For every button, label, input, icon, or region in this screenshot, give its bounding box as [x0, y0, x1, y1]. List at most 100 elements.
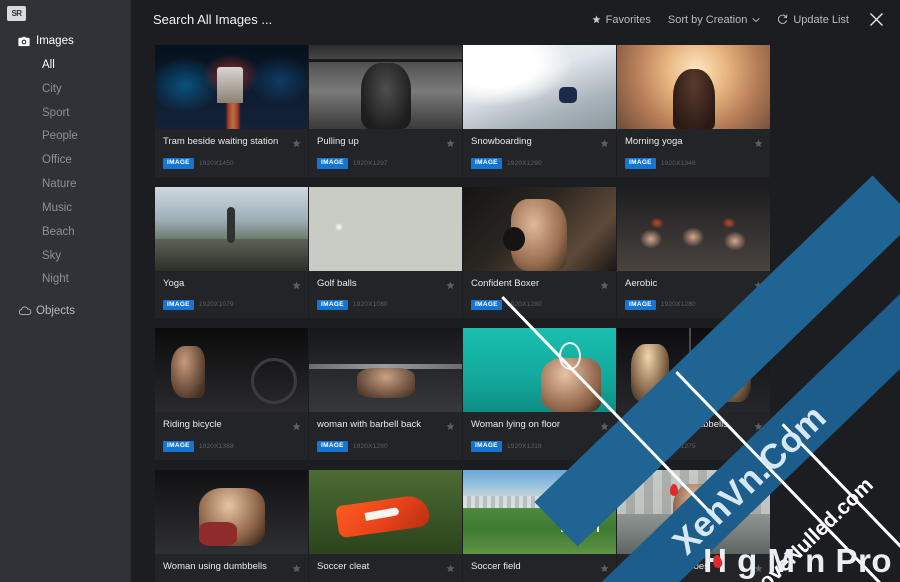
- favorite-star-icon[interactable]: [292, 418, 301, 436]
- thumb-goal: [561, 511, 599, 532]
- dimensions-label: 1920X1450: [198, 159, 234, 167]
- favorite-star-icon[interactable]: [446, 135, 455, 153]
- favorite-star-icon[interactable]: [754, 277, 763, 295]
- card-title: Soccer field: [471, 560, 521, 572]
- chevron-down-icon: [752, 17, 761, 23]
- favorite-star-icon[interactable]: [754, 135, 763, 153]
- image-thumbnail[interactable]: [309, 45, 462, 129]
- refresh-icon: [777, 14, 788, 25]
- card-title: woman with barbell back: [317, 419, 422, 430]
- card-title: Soccer cleat: [317, 560, 370, 572]
- image-thumbnail[interactable]: [309, 328, 462, 412]
- sidebar-item-sky[interactable]: Sky: [0, 245, 130, 269]
- thumb-bar: [309, 59, 462, 62]
- image-card[interactable]: Morning yoga IMAGE 1920X1346: [617, 45, 770, 177]
- image-thumbnail[interactable]: [155, 45, 308, 129]
- sidebar-item-city[interactable]: City: [0, 78, 130, 102]
- image-card[interactable]: Tram beside waiting station IMAGE 1920X1…: [155, 45, 308, 177]
- image-thumbnail[interactable]: [463, 469, 616, 554]
- type-badge: IMAGE: [317, 441, 348, 452]
- thumb-stands: [463, 495, 616, 508]
- image-card[interactable]: Yoga IMAGE 1920X1079: [155, 186, 308, 318]
- favorite-star-icon[interactable]: [600, 560, 609, 578]
- image-card[interactable]: Pulling up IMAGE 1920X1297: [309, 45, 462, 177]
- image-thumbnail[interactable]: [463, 45, 616, 129]
- image-card[interactable]: Man tying his shoes IMAGE 1920X1200: [617, 469, 770, 582]
- image-thumbnail[interactable]: [617, 45, 770, 129]
- favorite-star-icon[interactable]: [754, 418, 763, 436]
- image-card[interactable]: Soccer field IMAGE 1920X1440: [463, 469, 616, 582]
- sidebar-item-nature[interactable]: Nature: [0, 173, 130, 197]
- sidebar-item-office[interactable]: Office: [0, 149, 130, 173]
- image-thumbnail[interactable]: [309, 186, 462, 271]
- image-thumbnail[interactable]: [155, 328, 308, 412]
- card-meta: Confident Boxer IMAGE 1920X1280: [463, 271, 616, 319]
- card-meta: Riding bicycle IMAGE 1920X1368: [155, 412, 308, 460]
- card-title: Aerobic: [625, 277, 658, 289]
- favorite-star-icon[interactable]: [600, 135, 609, 153]
- image-card[interactable]: Soccer cleat IMAGE 1920X1280: [309, 469, 462, 582]
- dimensions-label: 1920X1280: [352, 442, 388, 450]
- card-title: Riding bicycle: [163, 419, 222, 430]
- thumb-silhouette: [673, 69, 715, 129]
- image-thumbnail[interactable]: [617, 186, 770, 271]
- update-list-label: Update List: [793, 13, 849, 26]
- image-thumbnail[interactable]: [309, 469, 462, 554]
- image-card[interactable]: Holding black dumbbells IMAGE 1920X1275: [617, 328, 770, 460]
- favorite-star-icon[interactable]: [446, 560, 455, 578]
- card-title: Pulling up: [317, 136, 359, 147]
- sort-dropdown[interactable]: Sort by Creation: [668, 14, 761, 26]
- sidebar-item-beach[interactable]: Beach: [0, 221, 130, 245]
- sidebar-item-sport[interactable]: Sport: [0, 102, 130, 126]
- app-logo[interactable]: SR: [7, 6, 26, 21]
- favorite-star-icon[interactable]: [600, 418, 609, 436]
- close-button[interactable]: [869, 12, 884, 27]
- favorite-star-icon[interactable]: [446, 277, 455, 295]
- favorite-star-icon[interactable]: [446, 418, 455, 436]
- image-thumbnail[interactable]: [463, 328, 616, 412]
- image-card[interactable]: Snowboarding IMAGE 1920X1290: [463, 45, 616, 177]
- favorite-star-icon[interactable]: [292, 560, 301, 578]
- card-meta: Holding black dumbbells IMAGE 1920X1275: [617, 412, 770, 460]
- sidebar-group-images[interactable]: Images: [0, 30, 130, 52]
- thumb-leg: [171, 346, 205, 398]
- app-root: SR Images All City Sport People Office N…: [0, 0, 900, 582]
- image-card[interactable]: Aerobic IMAGE 1920X1280: [617, 186, 770, 318]
- image-thumbnail[interactable]: [617, 328, 770, 412]
- card-meta: Woman lying on floor IMAGE 1920X1318: [463, 412, 616, 460]
- image-thumbnail[interactable]: [155, 469, 308, 554]
- image-card[interactable]: Woman using dumbbells IMAGE 1920X1425: [155, 469, 308, 582]
- update-list-button[interactable]: Update List: [777, 14, 849, 26]
- camera-icon: [18, 36, 36, 47]
- image-thumbnail[interactable]: [617, 469, 770, 554]
- card-meta: Woman using dumbbells IMAGE 1920X1425: [155, 554, 308, 582]
- search-title[interactable]: Search All Images ...: [153, 12, 575, 27]
- cloud-icon: [18, 306, 36, 316]
- image-thumbnail[interactable]: [155, 186, 308, 271]
- image-card[interactable]: Woman lying on floor IMAGE 1920X1318: [463, 328, 616, 460]
- dimensions-label: 1920X1280: [506, 301, 542, 309]
- image-card[interactable]: Riding bicycle IMAGE 1920X1368: [155, 328, 308, 460]
- image-card[interactable]: Confident Boxer IMAGE 1920X1280: [463, 186, 616, 319]
- image-thumbnail[interactable]: [463, 186, 616, 271]
- sidebar-nav: Images All City Sport People Office Natu…: [0, 30, 130, 322]
- sidebar-item-night[interactable]: Night: [0, 268, 130, 292]
- card-title: Golf balls: [317, 277, 357, 289]
- main-panel: Search All Images ... Favorites Sort by …: [131, 0, 900, 582]
- favorite-star-icon[interactable]: [292, 135, 301, 153]
- favorite-star-icon[interactable]: [292, 277, 301, 295]
- favorite-star-icon[interactable]: [754, 560, 763, 578]
- image-grid-scroll[interactable]: Tram beside waiting station IMAGE 1920X1…: [131, 39, 900, 582]
- sidebar-group-objects[interactable]: Objects: [0, 300, 130, 322]
- sidebar-item-all[interactable]: All: [0, 54, 130, 78]
- thumb-mirror-line: [689, 328, 691, 412]
- favorites-button[interactable]: Favorites: [592, 14, 651, 26]
- sidebar-item-music[interactable]: Music: [0, 197, 130, 221]
- thumb-shoe: [679, 533, 701, 546]
- image-card[interactable]: woman with barbell back IMAGE 1920X1280: [309, 328, 462, 460]
- sidebar-item-people[interactable]: People: [0, 125, 130, 149]
- image-card[interactable]: Golf balls IMAGE 1920X1080: [309, 186, 462, 318]
- card-meta: Soccer cleat IMAGE 1920X1280: [309, 554, 462, 582]
- favorite-star-icon[interactable]: [600, 277, 609, 295]
- close-icon: [869, 12, 884, 27]
